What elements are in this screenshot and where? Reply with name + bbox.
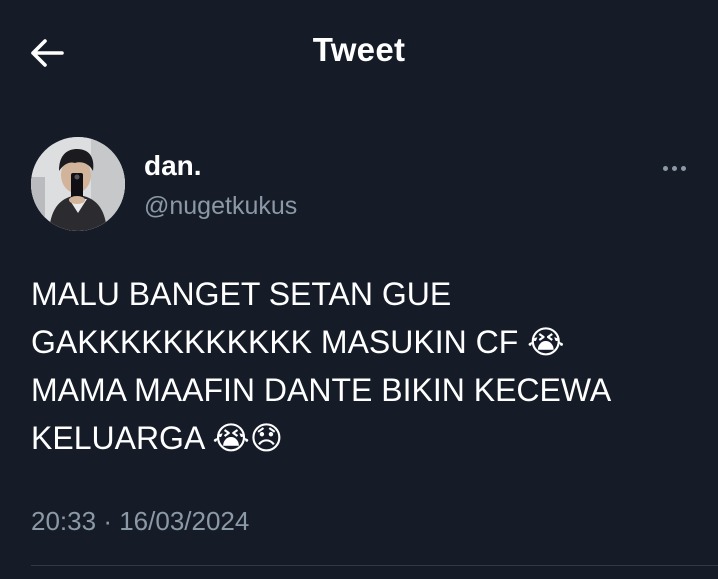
timestamp-separator: · (103, 506, 112, 536)
top-bar: Tweet (0, 0, 718, 106)
more-options-button[interactable] (652, 156, 696, 180)
author-handle[interactable]: @nugetkukus (144, 192, 297, 221)
tweet-text-line: MALU BANGET SETAN GUE (31, 276, 452, 312)
avatar[interactable] (31, 137, 125, 231)
divider (31, 565, 718, 566)
tweet-text: MALU BANGET SETAN GUE GAKKKKKKKKKKK MASU… (31, 270, 691, 462)
more-dots-icon (662, 165, 686, 171)
tweet-text-line: GAKKKKKKKKKKK MASUKIN CF 😭 (31, 324, 565, 360)
tweet-text-line: KELUARGA 😭😞 (31, 420, 284, 456)
tweet-date: 16/03/2024 (119, 506, 250, 536)
page-title: Tweet (312, 31, 406, 68)
author-display-name[interactable]: dan. (144, 150, 202, 182)
tweet-time: 20:33 (31, 506, 97, 536)
tweet-timestamp[interactable]: 20:33 · 16/03/2024 (31, 506, 249, 537)
tweet-text-line: MAMA MAAFIN DANTE BIKIN KECEWA (31, 372, 612, 408)
profile-photo (31, 137, 125, 231)
